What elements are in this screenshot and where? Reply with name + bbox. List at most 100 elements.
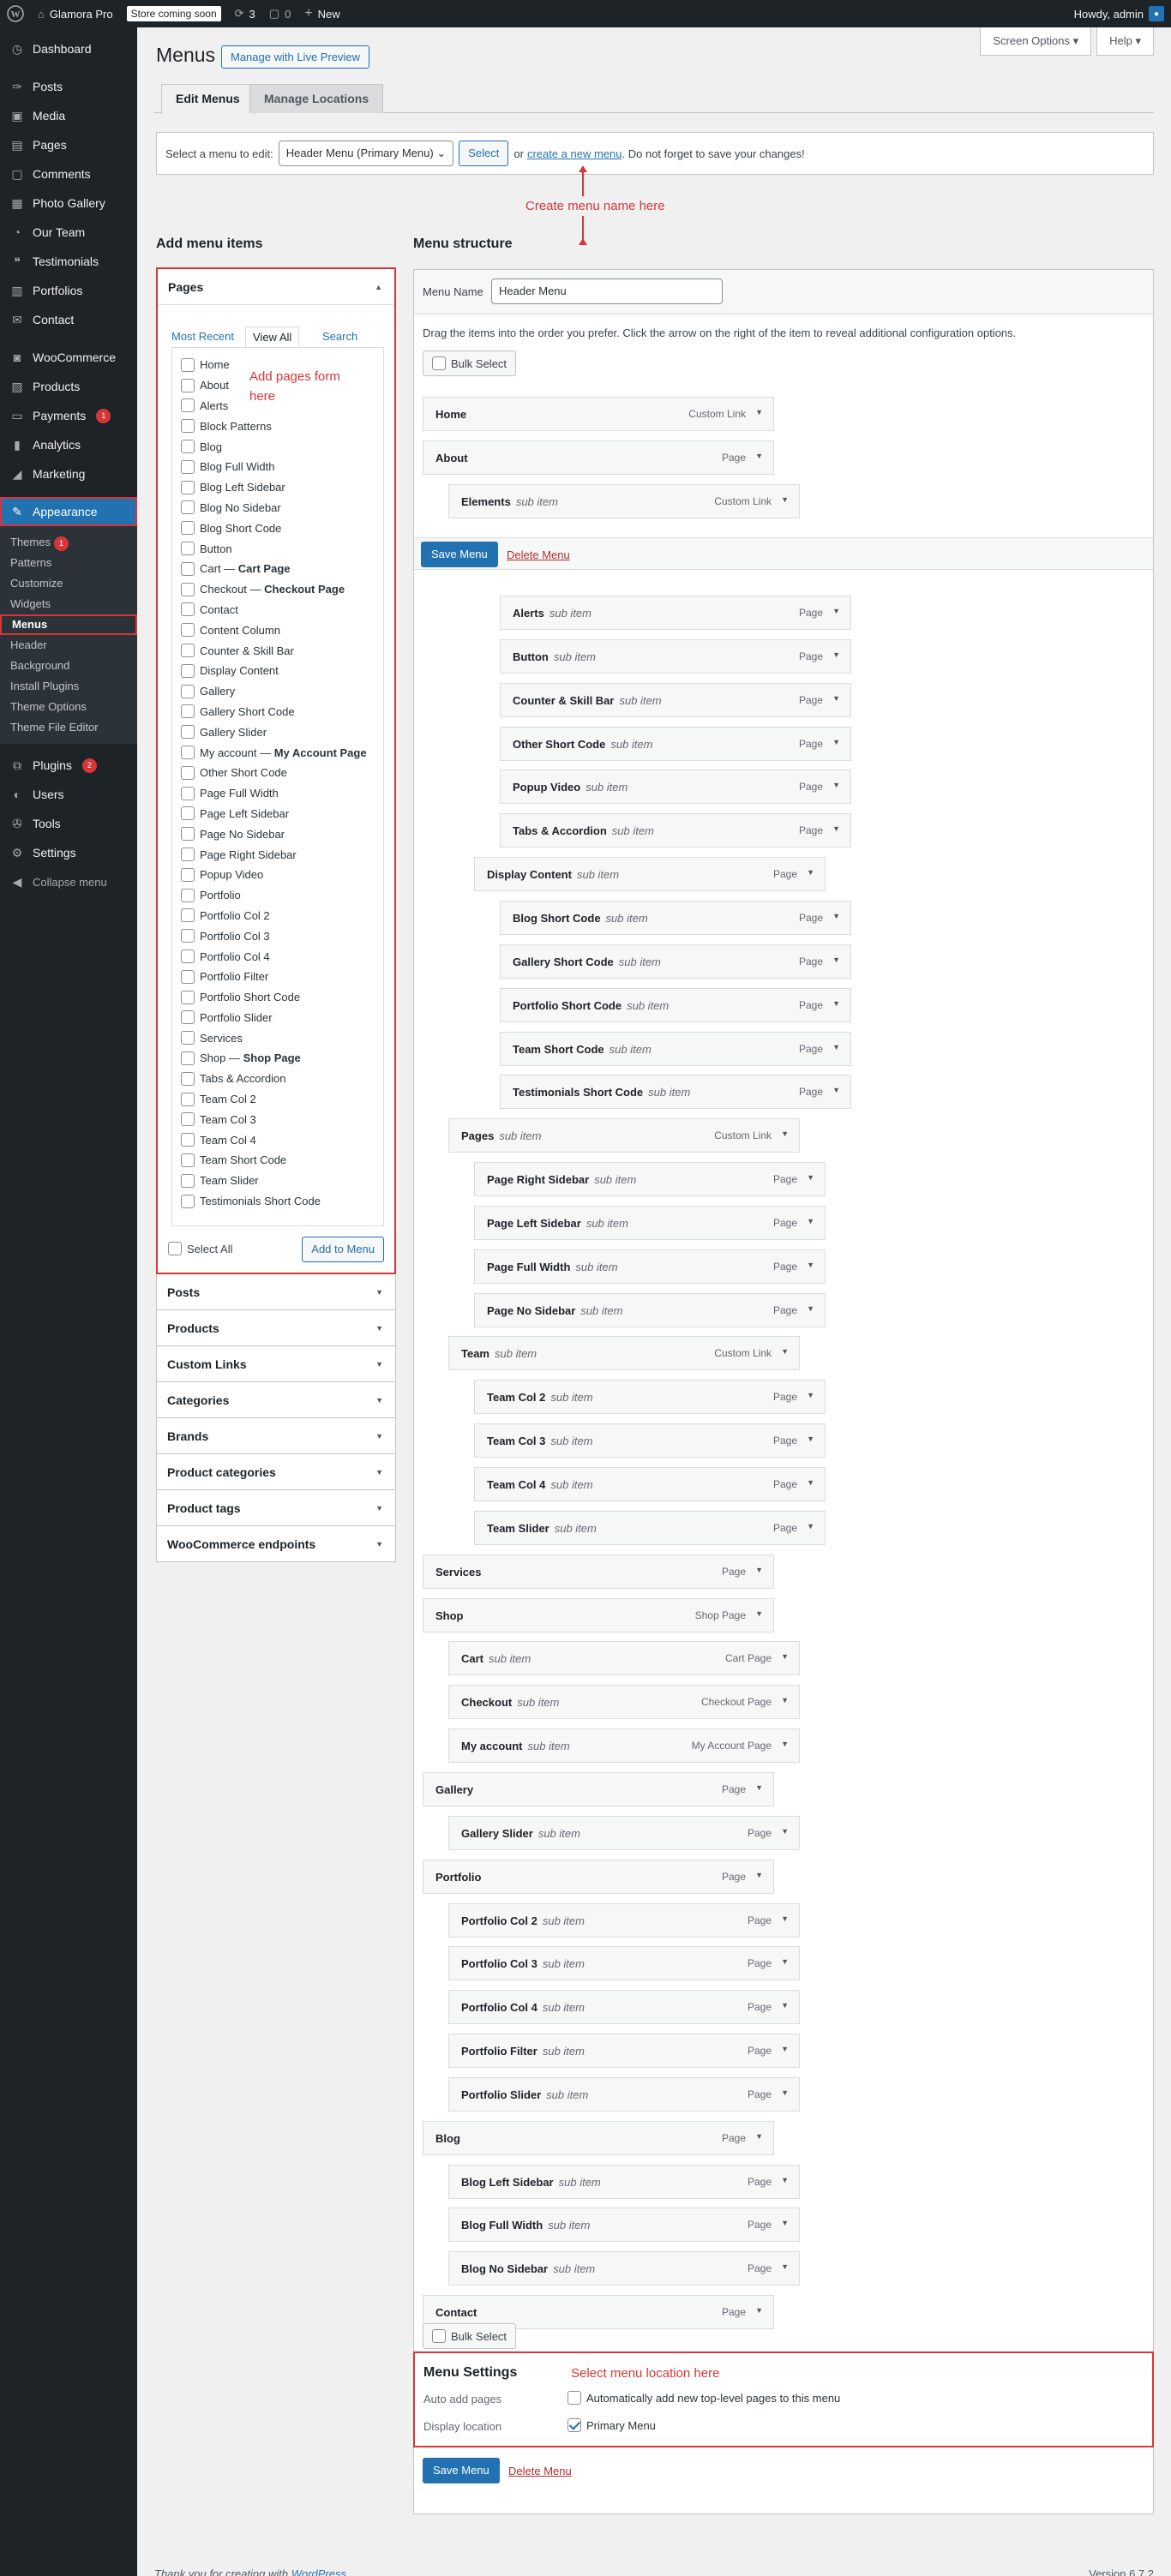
sidebar-item-photo-gallery[interactable]: ▦ Photo Gallery	[0, 189, 137, 218]
menu-item-row[interactable]: Checkout sub item Checkout Page ▼	[448, 1685, 800, 1719]
arrow-down-icon[interactable]: ▼	[755, 408, 763, 416]
arrow-down-icon[interactable]: ▼	[781, 1652, 789, 1661]
comments-link[interactable]: ▢ 0	[262, 0, 298, 27]
arrow-down-icon[interactable]: ▼	[832, 781, 840, 789]
menu-item-row[interactable]: Alerts sub item Page ▼	[500, 596, 851, 630]
menu-item-row[interactable]: Blog Full Width sub item Page ▼	[448, 2208, 800, 2242]
select-all-checkbox[interactable]: Select All	[168, 1242, 232, 1255]
sidebar-item-testimonials[interactable]: ❝ Testimonials	[0, 247, 137, 276]
submenu-item-header[interactable]: Header	[0, 635, 137, 656]
page-checkbox-item[interactable]: Portfolio Col 3	[181, 926, 375, 946]
page-checkbox-item[interactable]: Content Column	[181, 620, 375, 640]
sidebar-item-products[interactable]: ▧ Products	[0, 372, 137, 401]
arrow-down-icon[interactable]: ▼	[781, 1957, 789, 1966]
arrow-down-icon[interactable]: ▼	[781, 1740, 789, 1748]
arrow-down-icon[interactable]: ▼	[755, 1871, 763, 1879]
page-checkbox-item[interactable]: My account — My Account Page	[181, 742, 375, 763]
page-checkbox-item[interactable]: Blog Full Width	[181, 457, 375, 477]
pages-panel-header[interactable]: Pages ▲	[158, 269, 394, 305]
page-checkbox-item[interactable]: Gallery Slider	[181, 722, 375, 742]
arrow-down-icon[interactable]: ▼	[807, 1435, 814, 1443]
arrow-down-icon[interactable]: ▼	[832, 999, 840, 1008]
menu-item-row[interactable]: Portfolio Col 3 sub item Page ▼	[448, 1946, 800, 1980]
page-checkbox-item[interactable]: Team Col 4	[181, 1129, 375, 1150]
menu-item-row[interactable]: Blog Short Code sub item Page ▼	[500, 901, 851, 935]
menu-item-row[interactable]: My account sub item My Account Page ▼	[448, 1728, 800, 1763]
arrow-down-icon[interactable]: ▼	[832, 607, 840, 615]
page-checkbox-item[interactable]: Testimonials Short Code	[181, 1191, 375, 1212]
arrow-down-icon[interactable]: ▼	[781, 1347, 789, 1356]
menu-item-row[interactable]: Blog No Sidebar sub item Page ▼	[448, 2251, 800, 2285]
page-checkbox-item[interactable]: Portfolio Filter	[181, 967, 375, 987]
primary-menu-checkbox[interactable]: Primary Menu	[567, 2418, 656, 2432]
sidebar-item-users[interactable]: ◐ Users	[0, 780, 137, 809]
accordion-brands[interactable]: Brands ▼	[156, 1418, 396, 1454]
page-checkbox-item[interactable]: Popup Video	[181, 865, 375, 885]
page-checkbox-item[interactable]: Gallery Short Code	[181, 702, 375, 722]
sidebar-item-dashboard[interactable]: ◷ Dashboard	[0, 34, 137, 63]
sidebar-item-payments[interactable]: ▭ Payments 1	[0, 401, 137, 430]
help-button[interactable]: Help ▾	[1096, 27, 1154, 56]
sidebar-item-appearance[interactable]: ✎ Appearance	[0, 497, 137, 526]
page-checkbox-item[interactable]: Team Col 2	[181, 1089, 375, 1110]
site-name-link[interactable]: ⌂ Glamora Pro	[31, 0, 120, 27]
arrow-down-icon[interactable]: ▼	[781, 1129, 789, 1138]
arrow-down-icon[interactable]: ▼	[781, 1914, 789, 1923]
wordpress-link[interactable]: WordPress	[291, 2567, 346, 2576]
page-checkbox-item[interactable]: Block Patterns	[181, 416, 375, 436]
page-checkbox-item[interactable]: Portfolio Col 4	[181, 946, 375, 967]
page-checkbox-item[interactable]: Counter & Skill Bar	[181, 640, 375, 661]
sidebar-item-comments[interactable]: ▢ Comments	[0, 159, 137, 189]
menu-item-row[interactable]: About Page ▼	[423, 440, 774, 475]
menu-item-row[interactable]: Page No Sidebar sub item Page ▼	[474, 1293, 826, 1327]
sidebar-item-posts[interactable]: ✑ Posts	[0, 72, 137, 101]
menu-item-row[interactable]: Portfolio Short Code sub item Page ▼	[500, 988, 851, 1022]
arrow-down-icon[interactable]: ▼	[807, 1522, 814, 1531]
submenu-item-themes[interactable]: Themes 1	[0, 532, 137, 553]
sidebar-item-plugins[interactable]: ⧉ Plugins 2	[0, 751, 137, 780]
arrow-down-icon[interactable]: ▼	[832, 1086, 840, 1094]
menu-item-row[interactable]: Page Right Sidebar sub item Page ▼	[474, 1162, 826, 1196]
updates-link[interactable]: ⟳ 3	[228, 0, 262, 27]
page-checkbox-item[interactable]: Blog Left Sidebar	[181, 477, 375, 498]
arrow-down-icon[interactable]: ▼	[781, 1827, 789, 1836]
page-checkbox-item[interactable]: Portfolio	[181, 885, 375, 906]
menu-item-row[interactable]: Popup Video sub item Page ▼	[500, 770, 851, 804]
submenu-item-patterns[interactable]: Patterns	[0, 553, 137, 573]
tab-manage-locations[interactable]: Manage Locations	[249, 84, 384, 113]
arrow-down-icon[interactable]: ▼	[781, 2088, 789, 2097]
page-checkbox-item[interactable]: Page Right Sidebar	[181, 844, 375, 865]
page-checkbox-item[interactable]: Page No Sidebar	[181, 824, 375, 844]
menu-item-row[interactable]: Portfolio Page ▼	[423, 1860, 774, 1894]
sidebar-item-pages[interactable]: ▤ Pages	[0, 130, 137, 159]
sidebar-item-our-team[interactable]: ◔ Our Team	[0, 218, 137, 247]
arrow-down-icon[interactable]: ▼	[807, 1217, 814, 1225]
account-menu[interactable]: Howdy, admin ●	[1067, 0, 1171, 27]
add-to-menu-button[interactable]: Add to Menu	[302, 1237, 384, 1262]
accordion-custom-links[interactable]: Custom Links ▼	[156, 1346, 396, 1382]
new-content-link[interactable]: + New	[297, 0, 346, 27]
page-checkbox-item[interactable]: Team Short Code	[181, 1150, 375, 1171]
create-new-menu-link[interactable]: create a new menu	[527, 147, 622, 160]
page-checkbox-item[interactable]: Gallery	[181, 681, 375, 702]
save-menu-bottom-button[interactable]: Save Menu	[423, 2458, 500, 2483]
menu-item-row[interactable]: Page Full Width sub item Page ▼	[474, 1249, 826, 1284]
menu-item-row[interactable]: Team Col 2 sub item Page ▼	[474, 1380, 826, 1414]
menu-item-row[interactable]: Portfolio Col 2 sub item Page ▼	[448, 1903, 800, 1938]
page-checkbox-item[interactable]: Checkout — Checkout Page	[181, 579, 375, 600]
menu-item-row[interactable]: Team Col 4 sub item Page ▼	[474, 1467, 826, 1501]
select-menu-button[interactable]: Select	[459, 141, 509, 166]
arrow-down-icon[interactable]: ▼	[755, 2306, 763, 2315]
arrow-down-icon[interactable]: ▼	[832, 738, 840, 746]
menu-item-row[interactable]: Gallery Slider sub item Page ▼	[448, 1816, 800, 1850]
tab-edit-menus[interactable]: Edit Menus	[161, 84, 255, 114]
arrow-down-icon[interactable]: ▼	[755, 2132, 763, 2141]
menu-item-row[interactable]: Cart sub item Cart Page ▼	[448, 1641, 800, 1675]
menu-item-row[interactable]: Services Page ▼	[423, 1555, 774, 1589]
accordion-woocommerce-endpoints[interactable]: WooCommerce endpoints ▼	[156, 1526, 396, 1562]
page-checkbox-item[interactable]: Team Col 3	[181, 1109, 375, 1129]
menu-item-row[interactable]: Team Short Code sub item Page ▼	[500, 1032, 851, 1066]
menu-item-row[interactable]: Portfolio Slider sub item Page ▼	[448, 2077, 800, 2112]
menu-item-row[interactable]: Other Short Code sub item Page ▼	[500, 727, 851, 761]
arrow-down-icon[interactable]: ▼	[781, 495, 789, 504]
